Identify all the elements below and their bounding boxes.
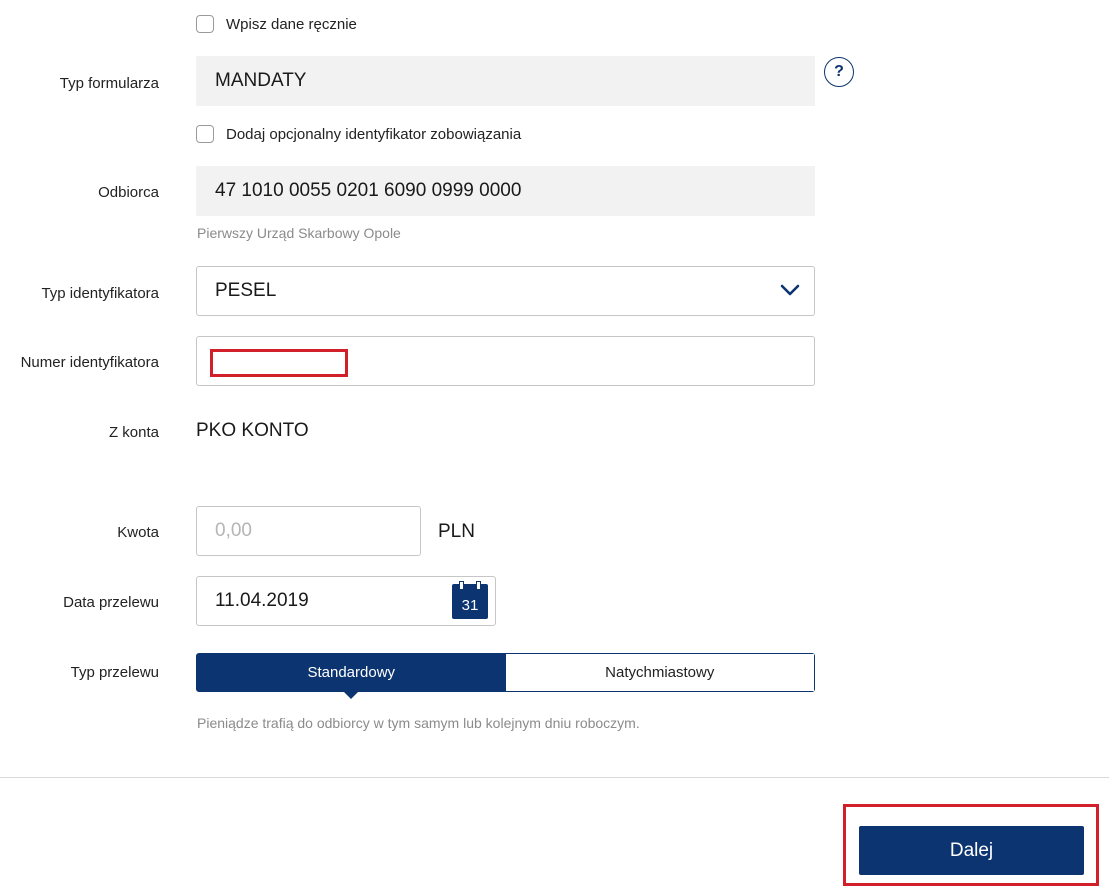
chevron-down-icon xyxy=(780,284,800,296)
highlight-box-id-number xyxy=(210,349,348,377)
currency-label: PLN xyxy=(438,521,475,542)
transfer-date-value: 11.04.2019 xyxy=(215,590,309,611)
help-icon[interactable]: ? xyxy=(824,57,854,87)
form-type-label: Typ formularza xyxy=(59,75,159,92)
amount-label: Kwota xyxy=(117,524,159,541)
transfer-type-instant-button[interactable]: Natychmiastowy xyxy=(505,654,814,691)
recipient-name: Pierwszy Urząd Skarbowy Opole xyxy=(197,225,401,241)
transfer-date-input[interactable]: 11.04.2019 xyxy=(196,576,496,626)
optional-id-label: Dodaj opcjonalny identyfikator zobowiąza… xyxy=(226,125,522,143)
manual-entry-row[interactable]: Wpisz dane ręcznie xyxy=(196,13,357,35)
next-button[interactable]: Dalej xyxy=(859,826,1084,875)
footer-divider xyxy=(0,777,1109,778)
transfer-type-hint: Pieniądze trafią do odbiorcy w tym samym… xyxy=(197,715,640,731)
recipient-account: 47 1010 0055 0201 6090 0999 0000 xyxy=(196,166,815,216)
calendar-day: 31 xyxy=(461,597,479,614)
transfer-date-label: Data przelewu xyxy=(63,594,159,611)
optional-id-checkbox[interactable] xyxy=(196,125,214,143)
recipient-label: Odbiorca xyxy=(98,184,159,201)
transfer-type-toggle: Standardowy Natychmiastowy xyxy=(196,653,815,699)
id-type-label: Typ identyfikatora xyxy=(41,285,159,302)
id-number-label: Numer identyfikatora xyxy=(20,354,159,371)
id-type-value: PESEL xyxy=(215,280,277,301)
form-type-value: MANDATY xyxy=(196,56,815,106)
calendar-icon[interactable]: 31 xyxy=(452,581,488,619)
amount-placeholder: 0,00 xyxy=(215,520,252,541)
transfer-type-label: Typ przelewu xyxy=(70,664,159,681)
amount-input[interactable]: 0,00 xyxy=(196,506,421,556)
optional-id-row[interactable]: Dodaj opcjonalny identyfikator zobowiąza… xyxy=(196,123,521,145)
manual-entry-checkbox[interactable] xyxy=(196,15,214,33)
id-type-select[interactable]: PESEL xyxy=(196,266,815,316)
from-account-value: PKO KONTO xyxy=(196,420,309,441)
manual-entry-label: Wpisz dane ręcznie xyxy=(226,15,357,33)
transfer-type-standard-button[interactable]: Standardowy xyxy=(197,654,506,699)
from-account-label: Z konta xyxy=(108,424,159,441)
